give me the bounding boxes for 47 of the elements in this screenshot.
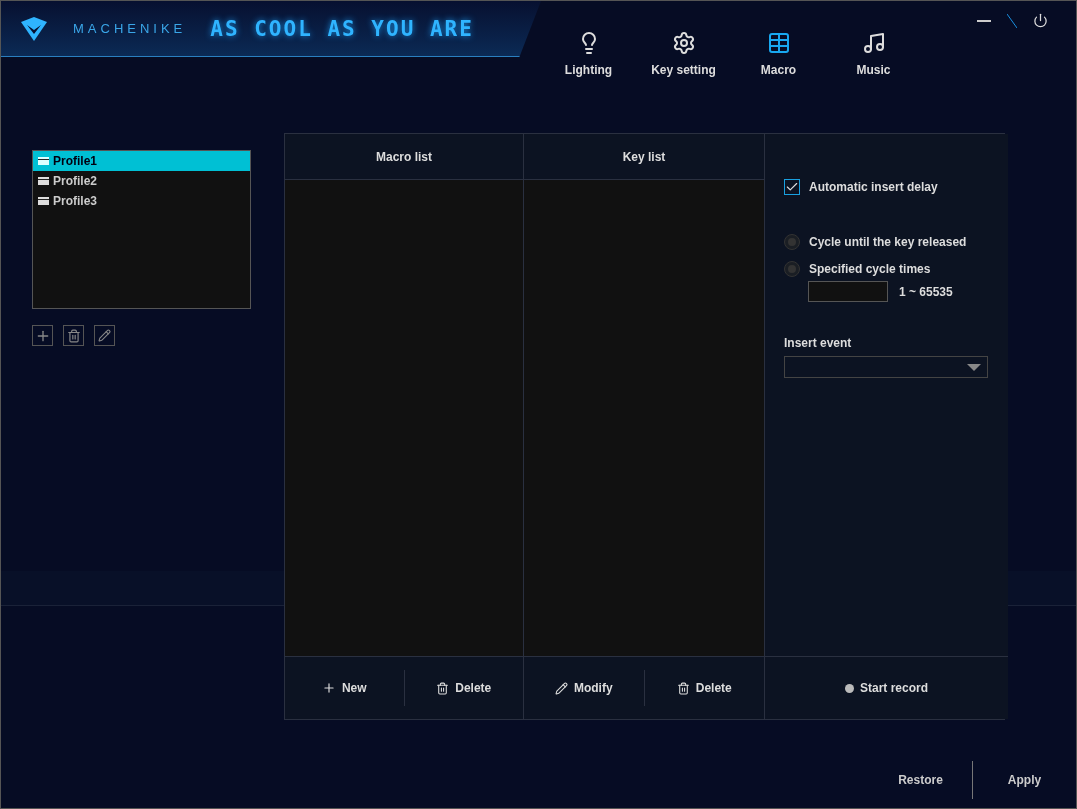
- settings-icon: [671, 31, 696, 55]
- profile-item[interactable]: Profile3: [33, 191, 250, 211]
- restore-button[interactable]: Restore: [869, 761, 972, 799]
- power-icon[interactable]: [1033, 13, 1048, 28]
- column-header: Key list: [524, 134, 765, 180]
- grid-icon: [766, 31, 791, 55]
- delete-button[interactable]: Delete: [404, 669, 523, 707]
- plus-icon: [321, 681, 336, 695]
- trash-icon: [436, 681, 450, 695]
- cycle-range: 1 ~ 65535: [899, 284, 953, 299]
- checkbox[interactable]: [784, 179, 800, 195]
- record-dot-icon: [845, 683, 854, 693]
- pencil-icon: [98, 329, 111, 342]
- apply-button[interactable]: Apply: [973, 761, 1076, 799]
- cycle-count-field[interactable]: [808, 281, 888, 302]
- cycle-option[interactable]: Specified cycle times: [784, 261, 988, 277]
- profile-item[interactable]: Profile1: [33, 151, 250, 171]
- nav-tab[interactable]: Key setting: [636, 31, 731, 77]
- delete-button[interactable]: [63, 325, 84, 346]
- delete-button[interactable]: Delete: [644, 669, 764, 707]
- profile-item[interactable]: Profile2: [33, 171, 250, 191]
- pencil-icon: [554, 681, 568, 695]
- trash-icon: [66, 328, 81, 343]
- nav-tab[interactable]: Music: [826, 31, 921, 77]
- music-note-icon: [861, 31, 886, 55]
- slogan: AS COOL AS YOU ARE: [210, 16, 474, 41]
- add-button[interactable]: [32, 325, 53, 346]
- edit-button[interactable]: [94, 325, 115, 346]
- caret-icon: [967, 363, 981, 371]
- column-header: Macro list: [285, 134, 524, 180]
- new-button[interactable]: New: [285, 669, 404, 707]
- cycle-option[interactable]: Cycle until the key released: [784, 234, 988, 250]
- modify-button[interactable]: Modify: [524, 669, 644, 707]
- slash-icon: [1007, 13, 1017, 28]
- radio-button[interactable]: [784, 261, 800, 277]
- nav-tab[interactable]: Macro: [731, 31, 826, 77]
- folder-icon: [38, 177, 49, 185]
- trash-icon: [676, 681, 690, 695]
- logo-icon: [19, 15, 49, 42]
- nav-tab[interactable]: Lighting: [541, 31, 636, 77]
- insert-event-label: Insert event: [784, 336, 853, 350]
- folder-icon: [38, 197, 49, 205]
- folder-icon: [38, 157, 49, 165]
- brand-name: MACHENIKE: [73, 21, 187, 36]
- radio-button[interactable]: [784, 234, 800, 250]
- minimize-icon[interactable]: [977, 19, 991, 22]
- auto-delay-checkbox[interactable]: Automatic insert delay: [784, 179, 988, 195]
